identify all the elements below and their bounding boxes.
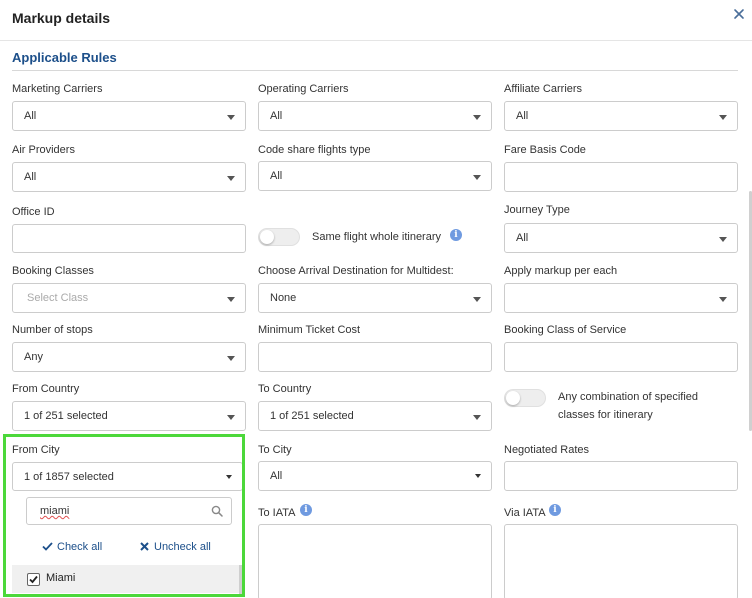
marketing-carriers-label: Marketing Carriers [12, 83, 103, 95]
fare-basis-label: Fare Basis Code [504, 144, 586, 156]
info-icon[interactable]: i [450, 229, 462, 241]
to-country-select[interactable]: 1 of 251 selected [258, 401, 492, 431]
apply-markup-label: Apply markup per each [504, 265, 618, 277]
fare-basis-input[interactable] [504, 162, 738, 192]
number-of-stops-label: Number of stops [12, 324, 93, 336]
chevron-down-icon [227, 176, 235, 181]
to-iata-label: To IATA [258, 507, 296, 519]
number-of-stops-select[interactable]: Any [12, 342, 246, 372]
to-city-select[interactable]: All [258, 461, 492, 491]
negotiated-rates-label: Negotiated Rates [504, 444, 589, 456]
air-providers-select[interactable]: All [12, 162, 246, 192]
affiliate-carriers-select[interactable]: All [504, 101, 738, 131]
to-iata-textarea[interactable] [258, 524, 492, 598]
marketing-carriers-value: All [24, 110, 37, 122]
marketing-carriers-select[interactable]: All [12, 101, 246, 131]
journey-type-label: Journey Type [504, 204, 570, 216]
operating-carriers-select[interactable]: All [258, 101, 492, 131]
chevron-down-icon [227, 415, 235, 420]
section-title: Applicable Rules [12, 50, 117, 65]
to-city-value: All [270, 470, 283, 482]
highlight-frame [3, 434, 245, 597]
operating-carriers-label: Operating Carriers [258, 83, 349, 95]
from-country-value: 1 of 251 selected [24, 410, 108, 422]
chevron-down-icon [473, 115, 481, 120]
close-icon[interactable] [732, 7, 746, 21]
chevron-down-icon [473, 415, 481, 420]
chevron-down-icon [475, 474, 481, 478]
booking-classes-select[interactable]: Select Class [12, 283, 246, 313]
code-share-value: All [270, 170, 283, 182]
arrival-destination-label: Choose Arrival Destination for Multidest… [258, 265, 454, 277]
same-flight-label: Same flight whole itinerary [312, 231, 442, 243]
chevron-down-icon [473, 175, 481, 180]
arrival-destination-value: None [270, 292, 297, 304]
affiliate-carriers-value: All [516, 110, 529, 122]
toggle-knob [506, 391, 520, 405]
office-id-input[interactable] [12, 224, 246, 253]
journey-type-select[interactable]: All [504, 223, 738, 253]
arrival-destination-select[interactable]: None [258, 283, 492, 313]
any-combination-label-line1: Any combination of specified [558, 391, 699, 403]
toggle-knob [260, 230, 274, 244]
section-divider [12, 70, 738, 71]
via-iata-textarea[interactable] [504, 524, 738, 598]
info-icon[interactable]: i [300, 504, 312, 516]
chevron-down-icon [719, 297, 727, 302]
code-share-select[interactable]: All [258, 161, 492, 191]
booking-class-service-input[interactable] [504, 342, 738, 372]
office-id-label: Office ID [12, 206, 55, 218]
booking-class-service-label: Booking Class of Service [504, 324, 627, 336]
same-flight-toggle[interactable] [258, 228, 300, 246]
chevron-down-icon [227, 115, 235, 120]
air-providers-value: All [24, 171, 37, 183]
any-combination-toggle[interactable] [504, 389, 546, 407]
code-share-label: Code share flights type [258, 144, 371, 156]
chevron-down-icon [719, 237, 727, 242]
operating-carriers-value: All [270, 110, 283, 122]
booking-classes-placeholder: Select Class [27, 292, 89, 304]
affiliate-carriers-label: Affiliate Carriers [504, 83, 583, 95]
any-combination-label-line2: classes for itinerary [558, 409, 653, 421]
booking-classes-label: Booking Classes [12, 265, 94, 277]
from-country-select[interactable]: 1 of 251 selected [12, 401, 246, 431]
to-city-label: To City [258, 444, 292, 456]
number-of-stops-value: Any [24, 351, 43, 363]
apply-markup-select[interactable] [504, 283, 738, 313]
chevron-down-icon [227, 356, 235, 361]
min-ticket-cost-input[interactable] [258, 342, 492, 372]
chevron-down-icon [719, 115, 727, 120]
air-providers-label: Air Providers [12, 144, 75, 156]
from-country-label: From Country [12, 383, 80, 395]
to-country-value: 1 of 251 selected [270, 410, 354, 422]
journey-type-value: All [516, 232, 529, 244]
modal-title: Markup details [12, 10, 111, 26]
min-ticket-cost-label: Minimum Ticket Cost [258, 324, 361, 336]
to-country-label: To Country [258, 383, 312, 395]
chevron-down-icon [227, 297, 235, 302]
modal-header: Markup details [0, 0, 752, 41]
info-icon[interactable]: i [549, 504, 561, 516]
negotiated-rates-input[interactable] [504, 461, 738, 491]
chevron-down-icon [473, 297, 481, 302]
via-iata-label: Via IATA [504, 507, 546, 519]
